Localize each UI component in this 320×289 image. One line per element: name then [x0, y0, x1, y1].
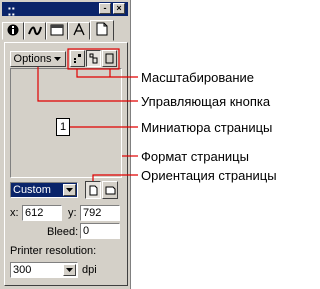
orientation-leader	[92, 174, 138, 181]
callout-scaling: Масштабирование	[141, 70, 255, 85]
callout-control-button: Управляющая кнопка	[141, 94, 271, 109]
callout-page-orientation: Ориентация страницы	[141, 168, 277, 183]
callout-page-thumbnail: Миниатюра страницы	[141, 120, 273, 135]
callout-page-format: Формат страницы	[141, 149, 249, 164]
callout-lines	[37, 48, 138, 181]
scaling-highlight-box	[67, 48, 120, 70]
scaling-leader	[76, 69, 138, 78]
control-button-leader	[37, 67, 138, 102]
